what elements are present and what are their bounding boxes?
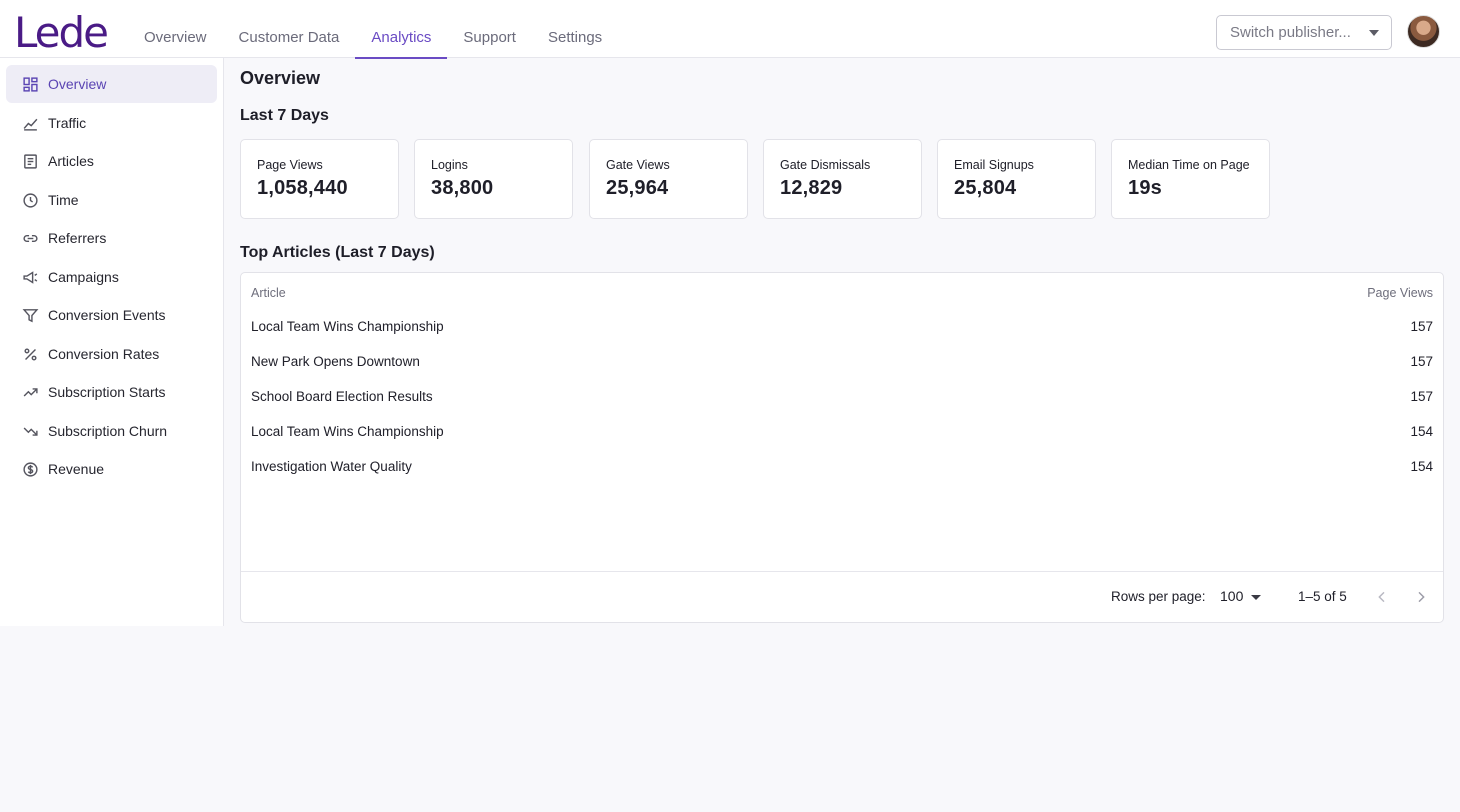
sidebar-item-label: Overview	[48, 76, 107, 92]
metric-card-gate-dismissals: Gate Dismissals 12,829	[763, 139, 922, 219]
sidebar-item-label: Traffic	[48, 115, 87, 131]
metric-card-email-signups: Email Signups 25,804	[937, 139, 1096, 219]
metric-label: Email Signups	[954, 158, 1034, 172]
next-page-button[interactable]	[1410, 586, 1432, 608]
link-icon	[22, 230, 39, 247]
table-pagination: Rows per page: 100 1–5 of 5	[241, 571, 1443, 623]
sidebar-item-traffic[interactable]: Traffic	[6, 104, 217, 142]
sidebar-item-conversion-events[interactable]: Conversion Events	[6, 296, 217, 334]
dashboard-icon	[22, 76, 39, 93]
previous-page-button[interactable]	[1371, 586, 1393, 608]
sidebar-item-label: Campaigns	[48, 269, 119, 285]
sidebar-item-campaigns[interactable]: Campaigns	[6, 258, 217, 296]
metric-label: Logins	[431, 158, 468, 172]
tab-settings[interactable]: Settings	[532, 0, 618, 58]
megaphone-icon	[22, 269, 39, 286]
sidebar-item-articles[interactable]: Articles	[6, 142, 217, 180]
sidebar-item-label: Articles	[48, 153, 94, 169]
sidebar-item-label: Conversion Events	[48, 307, 166, 323]
switch-publisher-select[interactable]: Switch publisher...	[1216, 15, 1392, 50]
sidebar-item-overview[interactable]: Overview	[6, 65, 217, 103]
article-cell: School Board Election Results	[251, 389, 433, 404]
column-header-article[interactable]: Article	[251, 286, 286, 300]
pagination-range: 1–5 of 5	[1298, 589, 1347, 604]
column-header-page-views[interactable]: Page Views	[1367, 286, 1433, 300]
chevron-down-icon[interactable]	[1251, 595, 1261, 600]
chevron-down-icon	[1369, 30, 1379, 36]
tab-overview[interactable]: Overview	[128, 0, 223, 58]
sidebar-item-conversion-rates[interactable]: Conversion Rates	[6, 335, 217, 373]
metric-label: Gate Dismissals	[780, 158, 871, 172]
sidebar-item-label: Referrers	[48, 230, 107, 246]
page-views-cell: 154	[1410, 424, 1433, 439]
dollar-icon	[22, 461, 39, 478]
top-articles-table: Article Page Views Local Team Wins Champ…	[240, 272, 1444, 623]
rows-per-page-label: Rows per page:	[1111, 589, 1206, 604]
metric-value: 38,800	[431, 177, 494, 199]
tab-analytics[interactable]: Analytics	[355, 0, 448, 59]
sidebar-item-referrers[interactable]: Referrers	[6, 219, 217, 257]
metric-label: Median Time on Page	[1128, 158, 1250, 172]
table-row[interactable]: New Park Opens Downtown 157	[241, 345, 1443, 380]
lede-logo[interactable]: Lede	[14, 10, 109, 56]
page-views-cell: 154	[1410, 459, 1433, 474]
metric-value: 1,058,440	[257, 177, 348, 199]
table-row[interactable]: Local Team Wins Championship 154	[241, 415, 1443, 450]
metric-value: 12,829	[780, 177, 843, 199]
period-title: Last 7 Days	[240, 107, 329, 124]
percent-icon	[22, 346, 39, 363]
metric-card-median-time: Median Time on Page 19s	[1111, 139, 1270, 219]
rows-per-page-select[interactable]: 100	[1220, 588, 1243, 604]
sidebar-item-subscription-starts[interactable]: Subscription Starts	[6, 373, 217, 411]
user-avatar[interactable]	[1407, 15, 1440, 48]
switch-publisher-placeholder: Switch publisher...	[1230, 24, 1351, 41]
trending-up-icon	[22, 384, 39, 401]
trending-down-icon	[22, 423, 39, 440]
article-cell: Local Team Wins Championship	[251, 319, 444, 334]
metric-card-page-views: Page Views 1,058,440	[240, 139, 399, 219]
sidebar-item-subscription-churn[interactable]: Subscription Churn	[6, 412, 217, 450]
article-cell: New Park Opens Downtown	[251, 354, 420, 369]
filter-icon	[22, 307, 39, 324]
clock-icon	[22, 192, 39, 209]
table-row[interactable]: Investigation Water Quality 154	[241, 450, 1443, 485]
sidebar-item-label: Subscription Churn	[48, 423, 168, 439]
sidebar: Overview Traffic Articles Time Referrers…	[0, 58, 224, 626]
top-articles-title: Top Articles (Last 7 Days)	[240, 244, 435, 261]
metric-card-logins: Logins 38,800	[414, 139, 573, 219]
metric-value: 25,964	[606, 177, 669, 199]
page-views-cell: 157	[1410, 389, 1433, 404]
sidebar-item-time[interactable]: Time	[6, 181, 217, 219]
article-icon	[22, 153, 39, 170]
tab-support[interactable]: Support	[447, 0, 532, 58]
metric-value: 25,804	[954, 177, 1017, 199]
sidebar-item-label: Revenue	[48, 461, 105, 477]
sidebar-item-revenue[interactable]: Revenue	[6, 450, 217, 488]
page-views-cell: 157	[1410, 319, 1433, 334]
metric-label: Page Views	[257, 158, 323, 172]
table-row[interactable]: Local Team Wins Championship 157	[241, 310, 1443, 345]
page-views-cell: 157	[1410, 354, 1433, 369]
page-title: Overview	[240, 68, 321, 88]
top-bar: Lede Overview Customer Data Analytics Su…	[0, 0, 1460, 59]
metric-label: Gate Views	[606, 158, 670, 172]
article-cell: Local Team Wins Championship	[251, 424, 444, 439]
metric-value: 19s	[1128, 177, 1162, 199]
sidebar-item-label: Conversion Rates	[48, 346, 160, 362]
table-row[interactable]: School Board Election Results 157	[241, 380, 1443, 415]
tab-customer-data[interactable]: Customer Data	[223, 0, 356, 58]
top-nav: Overview Customer Data Analytics Support…	[128, 0, 618, 59]
sidebar-item-label: Time	[48, 192, 79, 208]
line-chart-icon	[22, 115, 39, 132]
sidebar-item-label: Subscription Starts	[48, 384, 166, 400]
article-cell: Investigation Water Quality	[251, 459, 412, 474]
metric-card-gate-views: Gate Views 25,964	[589, 139, 748, 219]
